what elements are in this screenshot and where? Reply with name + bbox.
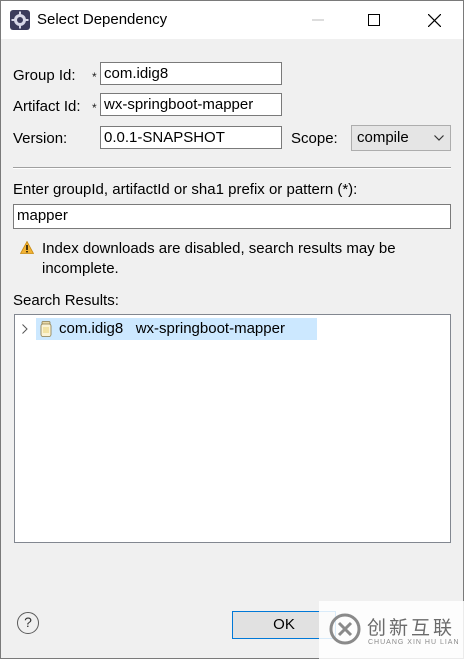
search-prompt: Enter groupId, artifactId or sha1 prefix… bbox=[13, 181, 358, 198]
index-warning-text: Index downloads are disabled, search res… bbox=[42, 240, 396, 277]
close-button[interactable] bbox=[411, 1, 457, 39]
watermark-text: 创新互联 bbox=[367, 618, 456, 639]
version-field[interactable]: 0.0.1-SNAPSHOT bbox=[100, 126, 282, 149]
search-results-label: Search Results: bbox=[13, 292, 119, 309]
version-label: Version: bbox=[13, 130, 68, 147]
jar-icon bbox=[40, 321, 52, 337]
search-input[interactable]: mapper bbox=[13, 204, 451, 229]
chevron-down-icon bbox=[434, 135, 444, 141]
result-artifact: wx-springboot-mapper bbox=[135, 320, 285, 337]
help-icon: ? bbox=[24, 614, 32, 630]
required-marker: * bbox=[92, 70, 97, 84]
dialog-content: Group Id: * com.idig8 Artifact Id: * wx-… bbox=[1, 39, 464, 659]
result-label: com.idig8 wx-springboot-mapper bbox=[59, 320, 285, 337]
group-id-label: Group Id: bbox=[13, 67, 76, 84]
group-id-field[interactable]: com.idig8 bbox=[100, 62, 282, 85]
watermark-logo-icon bbox=[329, 613, 361, 645]
required-marker: * bbox=[92, 101, 97, 115]
select-dependency-dialog: Select Dependency Group Id: * com.idig8 … bbox=[0, 0, 464, 659]
maximize-button[interactable] bbox=[351, 1, 397, 39]
watermark-subtext: CHUANG XIN HU LIAN bbox=[368, 639, 460, 646]
tree-row[interactable]: com.idig8 wx-springboot-mapper bbox=[15, 318, 335, 340]
eclipse-gear-icon bbox=[10, 10, 30, 30]
artifact-id-label: Artifact Id: bbox=[13, 98, 81, 115]
chevron-right-icon[interactable] bbox=[22, 324, 28, 334]
watermark: 创新互联 CHUANG XIN HU LIAN bbox=[319, 601, 464, 659]
scope-label: Scope: bbox=[291, 130, 338, 147]
scope-select[interactable]: compile bbox=[351, 125, 451, 151]
minimize-icon bbox=[312, 19, 324, 21]
close-icon bbox=[427, 13, 441, 27]
result-group: com.idig8 bbox=[59, 320, 124, 337]
minimize-button[interactable] bbox=[295, 1, 341, 39]
window-title: Select Dependency bbox=[37, 11, 168, 28]
title-bar[interactable]: Select Dependency bbox=[1, 1, 463, 39]
help-button[interactable]: ? bbox=[17, 612, 39, 634]
scope-value: compile bbox=[357, 129, 409, 146]
maximize-icon bbox=[368, 14, 380, 26]
warning-icon bbox=[20, 241, 34, 254]
artifact-id-field[interactable]: wx-springboot-mapper bbox=[100, 93, 282, 116]
separator bbox=[13, 167, 451, 169]
search-results-tree[interactable]: com.idig8 wx-springboot-mapper bbox=[14, 314, 451, 543]
